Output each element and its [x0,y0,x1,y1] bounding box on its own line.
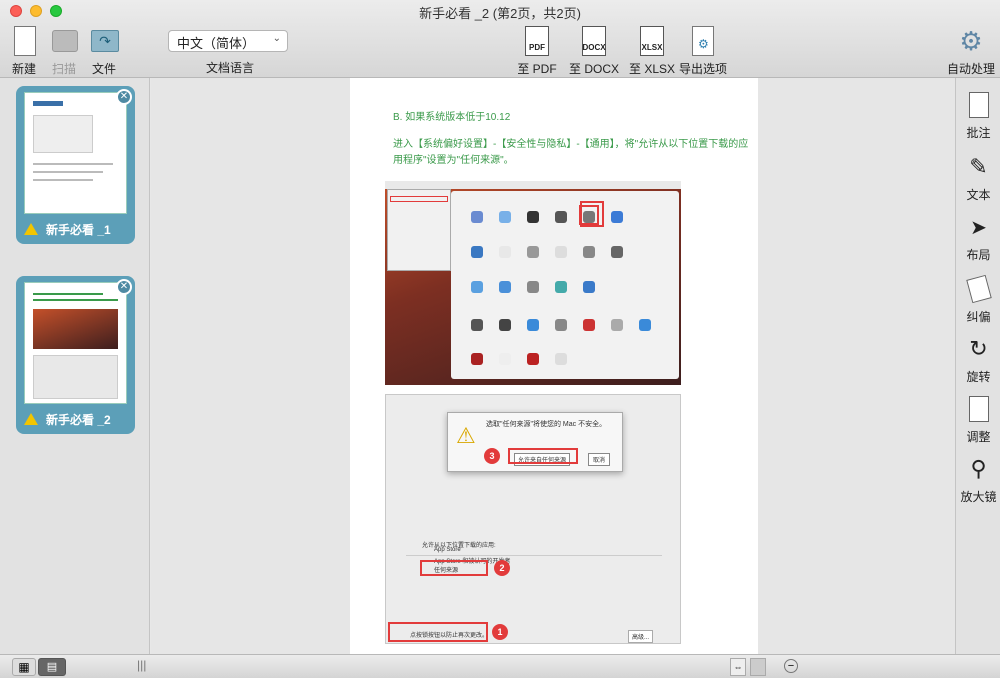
annotation-icon [965,88,993,122]
resize-handle-icon[interactable]: ||| [137,658,146,672]
apple-menu [387,189,451,271]
scan-button[interactable]: 扫描 [48,24,80,77]
export-settings-icon: ⚙ [686,24,720,58]
document-paragraph: 进入【系统偏好设置】-【安全性与隐私】-【通用】，将"允许从以下位置下载的应用程… [393,139,749,166]
xlsx-export-icon: XLSX [635,24,669,58]
mac-menubar [385,181,681,189]
document-language-select[interactable]: 中文（简体） ⌄ [168,30,288,52]
text-tool[interactable]: ✎ 文本 [956,150,1000,203]
document-heading: B. 如果系统版本低于10.12 [393,112,511,123]
annotate-tool[interactable]: 批注 [956,88,1000,141]
to-pdf-button[interactable]: PDF 至 PDF [512,24,562,77]
caution-icon: ⚠ [456,423,476,448]
advanced-button: 高级... [628,630,654,643]
cancel-button: 取消 [588,453,611,466]
warning-icon [24,413,38,425]
scanner-icon [48,24,82,58]
layout-tool[interactable]: ➤ 布局 [956,210,1000,263]
page-thumbnail-2[interactable]: ✕ 新手必看 _2 [16,276,135,434]
rotate-icon: ↻ [969,336,988,361]
auto-process-button[interactable]: ⚙ 自动处理 [944,24,998,77]
highlight-box-3 [508,448,578,464]
document-language-label: 文档语言 [205,61,254,75]
remove-page-icon[interactable]: ✕ [116,279,132,295]
window-title: 新手必看 _2 (第2页，共2页) [419,6,581,21]
fit-width-icon[interactable]: ⇔ [730,658,746,676]
page-thumbnail-1[interactable]: ✕ 新手必看 _1 [16,86,135,244]
page-preview [24,92,127,214]
to-xlsx-button[interactable]: XLSX 至 XLSX [624,24,680,77]
page-thumbnails-panel: ✕ 新手必看 _1 ✕ 新手必看 _2 [0,78,150,654]
open-file-icon: ↷ [88,24,122,58]
step-3-marker: 3 [484,448,500,464]
adjust-icon [965,392,993,426]
system-preferences-screenshot [385,181,681,385]
to-docx-button[interactable]: DOCX 至 DOCX [566,24,622,77]
new-button[interactable]: 新建 [8,24,40,77]
step-1-marker: 1 [492,624,508,640]
rotate-tool[interactable]: ↻ 旋转 [956,332,1000,385]
step-2-marker: 2 [494,560,510,576]
deskew-tool[interactable]: 纠偏 [956,272,1000,325]
dialog-text: 选取"任何来源"将使您的 Mac 不安全。 [486,421,607,428]
page-preview [24,282,127,404]
highlight-box-1 [388,622,488,642]
page-view-icon[interactable]: ▤ [38,658,66,676]
highlight-box-2 [420,560,488,576]
new-document-icon [8,24,42,58]
remove-page-icon[interactable]: ✕ [116,89,132,105]
magnifier-icon: ⚲ [970,456,987,481]
chevron-down-icon: ⌄ [272,33,281,44]
cursor-icon: ➤ [970,216,987,239]
deskew-icon [965,272,993,306]
adjust-tool[interactable]: 调整 [956,392,1000,445]
export-options-button[interactable]: ⚙ 导出选项 [678,24,728,77]
tools-panel: 批注 ✎ 文本 ➤ 布局 纠偏 ↻ 旋转 调整 ⚲ 放大镜 [955,78,1000,654]
option-app-store: App Store [434,547,461,553]
warning-icon [24,223,38,235]
zoom-out-icon[interactable]: − [784,659,798,673]
gear-tools-icon: ⚙ [959,25,983,56]
status-bar: ▦ ▤ ||| ⇔ − [0,654,1000,678]
file-button[interactable]: ↷ 文件 [88,24,120,77]
window-titlebar: 新手必看 _2 (第2页，共2页) 新建 扫描 ↷ 文件 中文（简体） ⌄ 文档… [0,0,1000,78]
highlight-box-security [580,201,604,227]
magnifier-tool[interactable]: ⚲ 放大镜 [956,452,1000,505]
grid-view-icon[interactable]: ▦ [12,658,36,676]
pdf-export-icon: PDF [520,24,554,58]
fit-page-icon[interactable] [750,658,766,676]
pencil-icon: ✎ [969,154,988,179]
docx-export-icon: DOCX [577,24,611,58]
preferences-window [451,191,679,379]
